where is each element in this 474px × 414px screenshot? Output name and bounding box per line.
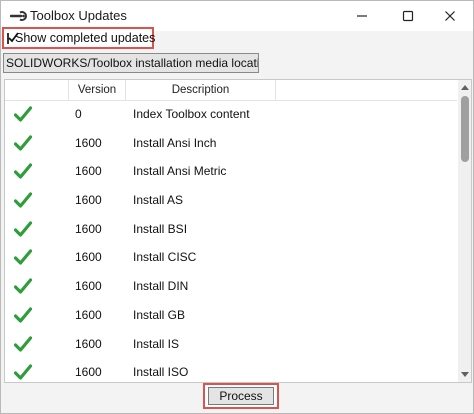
check-icon — [13, 106, 33, 122]
table-row[interactable]: 1600 Install CISC — [5, 244, 457, 273]
version-cell: 1600 — [75, 193, 102, 208]
column-header-status[interactable] — [5, 80, 69, 100]
maximize-icon — [402, 10, 414, 22]
check-icon — [13, 135, 33, 151]
media-location-button[interactable]: SOLIDWORKS/Toolbox installation media lo… — [3, 53, 259, 73]
table-row[interactable]: 1600 Install IS — [5, 331, 457, 360]
version-cell: 1600 — [75, 164, 102, 179]
vertical-scrollbar[interactable] — [458, 80, 471, 382]
column-header-version[interactable]: Version — [69, 80, 126, 100]
table-row[interactable]: 1600 Install Ansi Inch — [5, 130, 457, 159]
close-button[interactable] — [427, 1, 473, 31]
minimize-icon — [357, 15, 367, 17]
description-cell: Install Ansi Metric — [133, 164, 227, 179]
show-completed-label: Show completed updates — [15, 31, 156, 45]
scroll-down-button[interactable] — [458, 368, 471, 382]
description-cell: Install AS — [133, 193, 184, 208]
process-button[interactable]: Process — [208, 387, 274, 405]
table-row[interactable]: 0 Index Toolbox content — [5, 101, 457, 130]
table-row[interactable]: 1600 Install ISO — [5, 359, 457, 382]
column-header-description[interactable]: Description — [126, 80, 276, 100]
version-cell: 1600 — [75, 250, 102, 265]
scroll-up-button[interactable] — [458, 80, 471, 94]
description-cell: Install BSI — [133, 221, 188, 236]
list-rows: 0 Index Toolbox content 1600 Install Ansi I… — [5, 101, 457, 382]
table-row[interactable]: 1600 Install AS — [5, 187, 457, 216]
wrench-icon — [9, 9, 28, 23]
check-icon — [13, 307, 33, 323]
chevron-up-icon — [460, 85, 469, 90]
check-icon — [13, 163, 33, 179]
window-title: Toolbox Updates — [30, 8, 127, 23]
table-row[interactable]: 1600 Install BSI — [5, 216, 457, 245]
description-cell: Install IS — [133, 336, 180, 351]
check-icon — [13, 335, 33, 352]
table-row[interactable]: 1600 Install Ansi Metric — [5, 158, 457, 187]
description-cell: Install GB — [133, 307, 186, 322]
version-cell: 1600 — [75, 307, 102, 322]
maximize-button[interactable] — [385, 1, 431, 31]
scroll-thumb[interactable] — [461, 96, 469, 162]
table-row[interactable]: 1600 Install DIN — [5, 273, 457, 302]
check-icon — [13, 364, 33, 380]
toolbox-updates-window: Toolbox Updates Show completed updates S… — [0, 0, 474, 414]
description-cell: Index Toolbox content — [133, 107, 250, 121]
description-cell: Install ISO — [133, 365, 189, 380]
show-completed-toggle[interactable]: Show completed updates — [2, 27, 156, 49]
description-cell: Install CISC — [133, 250, 197, 265]
version-cell: 1600 — [75, 336, 102, 351]
description-cell: Install DIN — [133, 279, 189, 294]
list-header: Version Description — [5, 80, 457, 101]
description-cell: Install Ansi Inch — [133, 135, 217, 150]
show-completed-checkbox[interactable] — [7, 31, 19, 44]
process-highlight: Process — [203, 383, 279, 409]
minimize-button[interactable] — [339, 1, 385, 31]
column-header-filler — [276, 80, 457, 100]
check-icon — [13, 221, 33, 237]
updates-list: Version Description 0 Index Toolbox conte… — [4, 79, 472, 383]
check-icon — [13, 278, 33, 294]
version-cell: 1600 — [75, 135, 102, 150]
table-row[interactable]: 1600 Install GB — [5, 302, 457, 331]
version-cell: 1600 — [75, 279, 102, 294]
check-icon — [13, 192, 33, 208]
version-cell: 1600 — [75, 365, 102, 380]
version-cell: 1600 — [75, 221, 102, 236]
close-icon — [445, 11, 455, 21]
checkmark-icon — [8, 31, 19, 42]
version-cell: 0 — [75, 107, 82, 121]
chevron-down-icon — [460, 372, 469, 377]
check-icon — [13, 249, 33, 266]
